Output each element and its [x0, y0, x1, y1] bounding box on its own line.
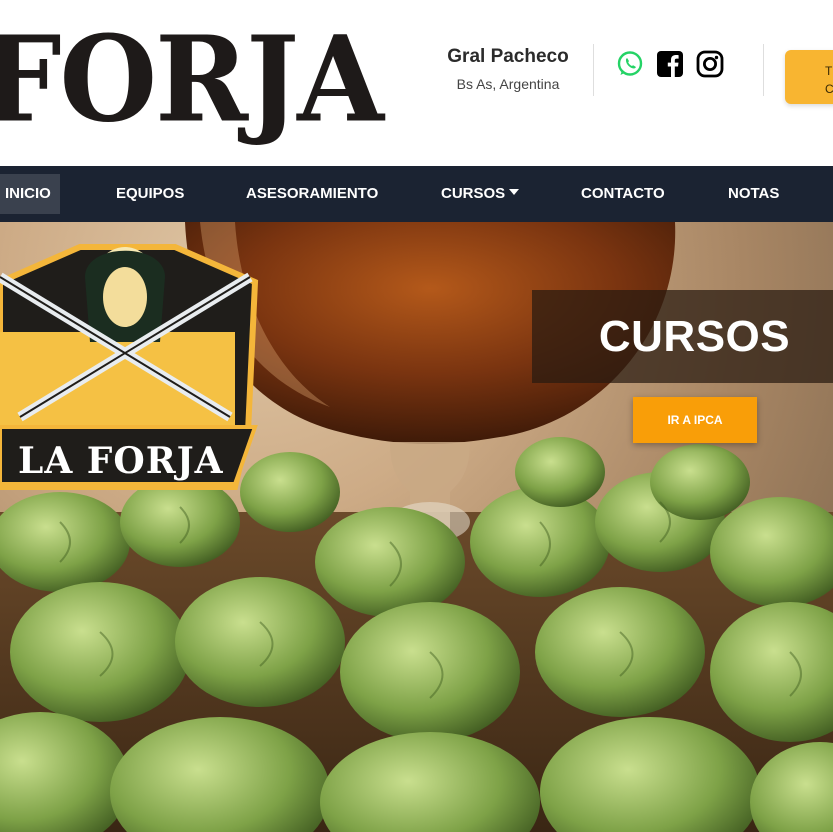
nav-item-equipos[interactable]: EQUIPOS: [108, 174, 192, 214]
nav-item-asesoramiento[interactable]: ASESORAMIENTO: [238, 174, 386, 214]
nav-item-inicio[interactable]: INICIO: [0, 174, 60, 214]
site-header: FORJA Gral Pacheco Bs As, Argentina T C: [0, 0, 833, 166]
chevron-down-icon: [509, 189, 520, 195]
hero-caption-title: CURSOS: [598, 312, 791, 361]
location-country: Bs As, Argentina: [456, 76, 560, 92]
hero-caption-box: CURSOS: [532, 290, 833, 383]
facebook-icon[interactable]: [656, 50, 684, 78]
brand-logo[interactable]: FORJA: [0, 21, 384, 140]
main-navbar: INICIO EQUIPOS ASESORAMIENTO CURSOS CONT…: [0, 166, 833, 222]
nav-item-cursos-label: CURSOS: [441, 185, 506, 202]
location-block: Gral Pacheco Bs As, Argentina: [440, 46, 576, 92]
nav-item-cursos[interactable]: CURSOS: [433, 174, 527, 214]
header-cta-button[interactable]: T C: [785, 50, 833, 104]
ir-a-ipca-button[interactable]: IR A IPCA: [633, 397, 757, 443]
nav-item-notas[interactable]: NOTAS: [720, 174, 787, 214]
hero-carousel-slide: LA FORJA CURSOS IR A IPCA: [0, 222, 833, 832]
header-divider: [593, 44, 594, 96]
instagram-icon[interactable]: [696, 50, 724, 78]
badge-wordmark: LA FORJA: [18, 440, 224, 482]
nav-item-contacto[interactable]: CONTACTO: [573, 174, 673, 214]
cta-line-1: T: [825, 64, 833, 78]
header-divider: [763, 44, 764, 96]
cta-line-2: C: [825, 82, 833, 96]
whatsapp-icon[interactable]: [616, 50, 644, 78]
location-city: Gral Pacheco: [447, 46, 569, 67]
